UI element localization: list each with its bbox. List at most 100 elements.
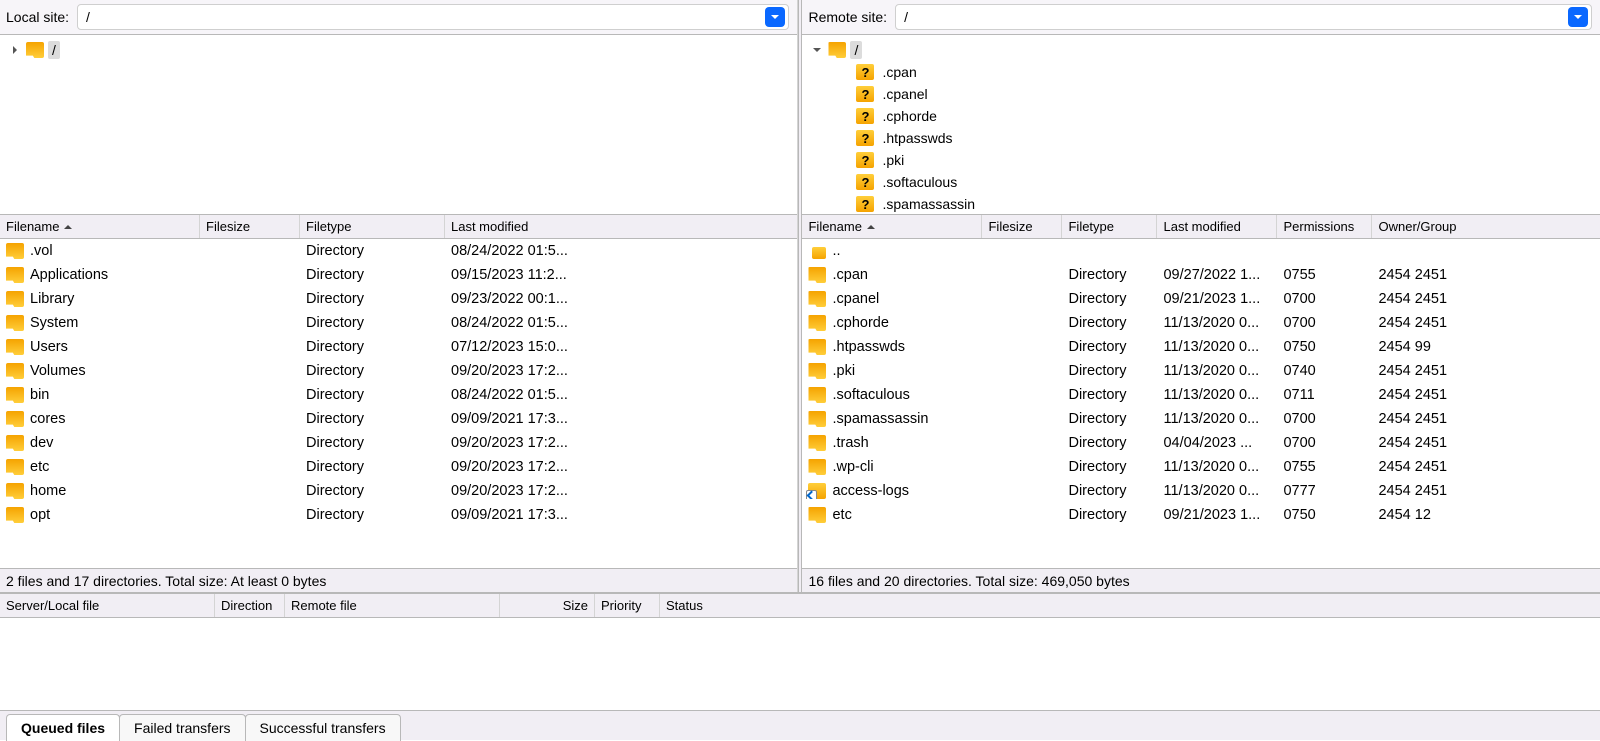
cell-type: Directory [300, 507, 445, 523]
column-header-size[interactable]: Filesize [982, 215, 1062, 238]
remote-column-header[interactable]: FilenameFilesizeFiletypeLast modifiedPer… [802, 215, 1600, 239]
local-directory-tree[interactable]: / [0, 35, 797, 215]
cell-perm: 0750 [1277, 507, 1372, 523]
column-header-size[interactable]: Filesize [200, 215, 300, 238]
column-header-owner[interactable]: Owner/Group [1372, 215, 1482, 238]
queue-column-header[interactable]: Server/Local fileDirectionRemote fileSiz… [0, 594, 1600, 618]
file-row[interactable]: .wp-cliDirectory11/13/2020 0...07552454 … [802, 455, 1600, 479]
remote-path-label: Remote site: [806, 9, 887, 25]
cell-modified: 09/20/2023 17:2... [445, 363, 585, 379]
column-header-type[interactable]: Filetype [1062, 215, 1157, 238]
queue-tab[interactable]: Queued files [6, 714, 120, 741]
remote-file-list[interactable]: .. .cpanDirectory09/27/2022 1...07552454 … [802, 239, 1600, 568]
tree-item[interactable]: .cpan [802, 61, 1600, 83]
queue-column-header[interactable]: Size [500, 594, 595, 617]
remote-path-input[interactable] [896, 9, 1568, 25]
local-file-list[interactable]: .volDirectory08/24/2022 01:5...Applicati… [0, 239, 797, 568]
folder-icon [828, 42, 846, 58]
tree-item[interactable]: .pki [802, 149, 1600, 171]
file-row[interactable]: Volumes Directory09/20/2023 17:2... [0, 359, 797, 383]
file-row[interactable]: .cpanelDirectory09/21/2023 1...07002454 … [802, 287, 1600, 311]
remote-status-bar: 16 files and 20 directories. Total size:… [802, 568, 1600, 592]
cell-owner: 2454 2451 [1372, 435, 1482, 451]
cell-modified: 11/13/2020 0... [1157, 483, 1277, 499]
chevron-right-icon[interactable] [8, 43, 22, 57]
local-path-input[interactable] [78, 9, 764, 25]
queue-column-header[interactable]: Server/Local file [0, 594, 215, 617]
chevron-down-icon[interactable] [810, 43, 824, 57]
local-file-list-wrap: FilenameFilesizeFiletypeLast modified .v… [0, 215, 797, 568]
file-row[interactable]: etcDirectory09/20/2023 17:2... [0, 455, 797, 479]
remote-path-combo[interactable] [895, 4, 1592, 30]
tree-item[interactable]: .softaculous [802, 171, 1600, 193]
column-header-type[interactable]: Filetype [300, 215, 445, 238]
cell-modified: 11/13/2020 0... [1157, 315, 1277, 331]
file-row[interactable]: LibraryDirectory09/23/2022 00:1... [0, 287, 797, 311]
tree-item-label: / [48, 41, 60, 59]
tree-item[interactable]: .spamassassin [802, 193, 1600, 215]
column-header-modified[interactable]: Last modified [445, 215, 585, 238]
folder-icon [808, 291, 826, 307]
file-row[interactable]: ApplicationsDirectory09/15/2023 11:2... [0, 263, 797, 287]
cell-type: Directory [300, 291, 445, 307]
tree-item[interactable]: .cpanel [802, 83, 1600, 105]
cell-name: Volumes [0, 363, 200, 379]
tree-item[interactable]: / [802, 39, 1600, 61]
local-path-dropdown-button[interactable] [765, 7, 785, 27]
file-row[interactable]: etcDirectory09/21/2023 1...07502454 12 [802, 503, 1600, 527]
file-row[interactable]: .. [802, 239, 1600, 263]
folder-icon [26, 42, 44, 58]
cell-type: Directory [300, 483, 445, 499]
queue-column-header[interactable]: Priority [595, 594, 660, 617]
folder-icon [808, 435, 826, 451]
queue-column-header[interactable]: Direction [215, 594, 285, 617]
chevron-down-icon [770, 12, 780, 22]
cell-name: access-logs [802, 483, 982, 499]
cell-name: .. [802, 243, 982, 259]
file-row[interactable]: optDirectory09/09/2021 17:3... [0, 503, 797, 527]
cell-name: opt [0, 507, 200, 523]
cell-type: Directory [300, 363, 445, 379]
cell-name: .cpanel [802, 291, 982, 307]
cell-modified: 11/13/2020 0... [1157, 339, 1277, 355]
tree-item[interactable]: .cphorde [802, 105, 1600, 127]
cell-name: .cphorde [802, 315, 982, 331]
file-row[interactable]: .cpanDirectory09/27/2022 1...07552454 24… [802, 263, 1600, 287]
file-row[interactable]: devDirectory09/20/2023 17:2... [0, 431, 797, 455]
file-row[interactable]: .pkiDirectory11/13/2020 0...07402454 245… [802, 359, 1600, 383]
file-row[interactable]: .htpasswdsDirectory11/13/2020 0...075024… [802, 335, 1600, 359]
file-row[interactable]: homeDirectory09/20/2023 17:2... [0, 479, 797, 503]
cell-owner: 2454 12 [1372, 507, 1482, 523]
cell-name: .pki [802, 363, 982, 379]
file-row[interactable]: .softaculousDirectory11/13/2020 0...0711… [802, 383, 1600, 407]
remote-directory-tree[interactable]: /.cpan .cpanel .cphorde.htpasswds.pki.soft… [802, 35, 1600, 215]
folder-icon [6, 411, 24, 427]
tree-item[interactable]: / [0, 39, 797, 61]
tree-item-label: .cpanel [878, 85, 931, 103]
tree-item[interactable]: .htpasswds [802, 127, 1600, 149]
file-row[interactable]: .trashDirectory04/04/2023 ...07002454 24… [802, 431, 1600, 455]
local-path-combo[interactable] [77, 4, 788, 30]
file-row[interactable]: coresDirectory09/09/2021 17:3... [0, 407, 797, 431]
file-row[interactable]: .cphordeDirectory11/13/2020 0...07002454… [802, 311, 1600, 335]
folder-icon [6, 243, 24, 259]
queue-column-header[interactable]: Status [660, 594, 850, 617]
column-header-perm[interactable]: Permissions [1277, 215, 1372, 238]
local-status-bar: 2 files and 17 directories. Total size: … [0, 568, 797, 592]
queue-body[interactable] [0, 618, 1600, 710]
local-column-header[interactable]: FilenameFilesizeFiletypeLast modified [0, 215, 797, 239]
cell-name: System [0, 315, 200, 331]
remote-path-dropdown-button[interactable] [1568, 7, 1588, 27]
file-row[interactable]: binDirectory08/24/2022 01:5... [0, 383, 797, 407]
queue-column-header[interactable]: Remote file [285, 594, 500, 617]
file-row[interactable]: .volDirectory08/24/2022 01:5... [0, 239, 797, 263]
column-header-name[interactable]: Filename [802, 215, 982, 238]
column-header-modified[interactable]: Last modified [1157, 215, 1277, 238]
file-row[interactable]: SystemDirectory08/24/2022 01:5... [0, 311, 797, 335]
column-header-name[interactable]: Filename [0, 215, 200, 238]
file-row[interactable]: .spamassassinDirectory11/13/2020 0...070… [802, 407, 1600, 431]
queue-tab[interactable]: Successful transfers [245, 714, 401, 741]
file-row[interactable]: access-logsDirectory11/13/2020 0...07772… [802, 479, 1600, 503]
file-row[interactable]: UsersDirectory07/12/2023 15:0... [0, 335, 797, 359]
queue-tab[interactable]: Failed transfers [119, 714, 245, 741]
